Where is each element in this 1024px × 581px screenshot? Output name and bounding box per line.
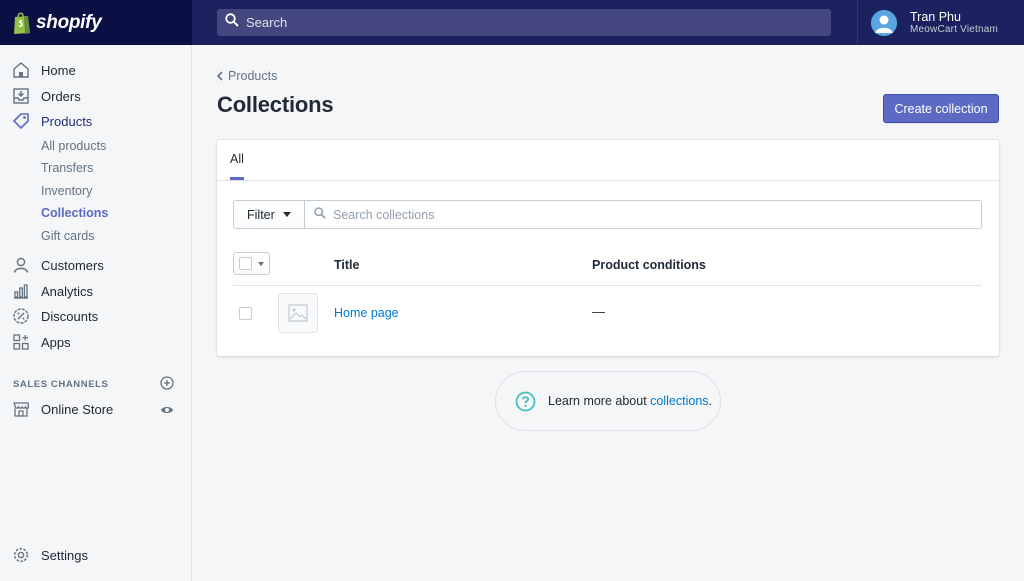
sidebar-subitem-all-products[interactable]: All products (41, 139, 106, 153)
sidebar-item-label: Products (41, 113, 93, 129)
sidebar-item-settings[interactable]: Settings (0, 543, 191, 567)
sidebar-item-orders[interactable]: Orders (0, 84, 191, 108)
sidebar-item-label: Analytics (41, 283, 94, 299)
tab-all[interactable]: All (230, 152, 244, 166)
sidebar-item-label: Settings (41, 547, 88, 563)
divider (233, 285, 982, 286)
sidebar-item-label: Home (41, 62, 76, 78)
sidebar-item-label: Apps (41, 334, 71, 350)
search-collections-input[interactable]: Search collections (304, 200, 982, 229)
discount-icon (12, 307, 30, 325)
shopify-bag-icon (12, 11, 32, 35)
sidebar-subitem-gift-cards[interactable]: Gift cards (41, 229, 95, 243)
shop-name: MeowCart Vietnam (910, 23, 999, 35)
add-sales-channel-icon[interactable] (160, 376, 174, 390)
sales-channels-heading: SALES CHANNELS (13, 379, 109, 390)
column-header-title[interactable]: Title (334, 258, 359, 272)
sidebar-subitem-inventory[interactable]: Inventory (41, 184, 92, 198)
home-icon (12, 61, 30, 79)
collections-card: All Filter Search collections Title Prod… (217, 140, 999, 356)
collections-help-link[interactable]: collections (650, 394, 708, 408)
sidebar-subitem-collections[interactable]: Collections (41, 206, 108, 220)
caret-down-icon (282, 212, 291, 217)
global-search[interactable]: Search (217, 9, 831, 36)
sidebar-item-label: Customers (41, 257, 104, 273)
shopify-logo[interactable]: shopify (0, 0, 192, 45)
help-circle-icon (515, 391, 536, 412)
create-collection-button[interactable]: Create collection (883, 94, 999, 123)
tabs: All (217, 140, 999, 181)
sidebar-subitem-transfers[interactable]: Transfers (41, 161, 93, 175)
breadcrumb[interactable]: Products (216, 69, 277, 83)
collection-conditions: — (592, 304, 605, 319)
sidebar-item-customers[interactable]: Customers (0, 253, 191, 277)
sidebar-item-label: Discounts (41, 308, 99, 324)
view-store-eye-icon[interactable] (160, 403, 174, 417)
learn-more-prefix: Learn more about (548, 394, 651, 408)
person-icon (12, 256, 30, 274)
sidebar-item-products[interactable]: Products (0, 109, 191, 133)
orders-icon (12, 87, 30, 105)
row-checkbox[interactable] (239, 307, 252, 320)
breadcrumb-label: Products (228, 69, 278, 83)
page-title: Collections (217, 92, 334, 117)
select-all-checkbox[interactable] (239, 257, 252, 270)
collection-title-link[interactable]: Home page (334, 306, 399, 320)
global-search-placeholder: Search (246, 15, 288, 30)
sidebar-item-label: Orders (41, 88, 81, 104)
filter-label: Filter (247, 207, 275, 222)
select-all-dropdown[interactable] (233, 252, 270, 275)
search-icon (225, 13, 239, 32)
user-name: Tran Phu (910, 9, 961, 24)
gear-icon (12, 546, 30, 564)
learn-more-text: Learn more about collections. (548, 394, 712, 408)
avatar (871, 9, 897, 36)
tab-active-indicator (230, 177, 244, 180)
sidebar-item-apps[interactable]: Apps (0, 330, 191, 354)
store-icon (12, 400, 30, 418)
chevron-left-icon (216, 70, 224, 82)
top-bar: shopify Search Tran Phu MeowCart Vietnam (0, 0, 1024, 45)
apps-icon (12, 333, 30, 351)
search-collections-placeholder: Search collections (333, 207, 435, 222)
tag-icon (12, 112, 30, 130)
image-placeholder-icon (288, 304, 308, 322)
bar-chart-icon (12, 282, 30, 300)
user-menu[interactable]: Tran Phu MeowCart Vietnam (857, 0, 1024, 45)
filter-button[interactable]: Filter (233, 200, 305, 229)
learn-more-suffix: . (708, 394, 713, 408)
search-icon (314, 206, 326, 224)
sidebar-item-analytics[interactable]: Analytics (0, 279, 191, 303)
caret-down-icon (258, 262, 264, 266)
column-header-conditions: Product conditions (592, 258, 706, 272)
brand-wordmark: shopify (36, 11, 102, 33)
sidebar-item-discounts[interactable]: Discounts (0, 304, 191, 328)
learn-more-footer: Learn more about collections. (495, 371, 721, 431)
sidebar-item-home[interactable]: Home (0, 58, 191, 82)
sidebar-item-label: Online Store (41, 401, 114, 417)
collection-thumbnail[interactable] (278, 293, 318, 333)
sidebar: Home Orders Products All products Transf… (0, 45, 192, 581)
